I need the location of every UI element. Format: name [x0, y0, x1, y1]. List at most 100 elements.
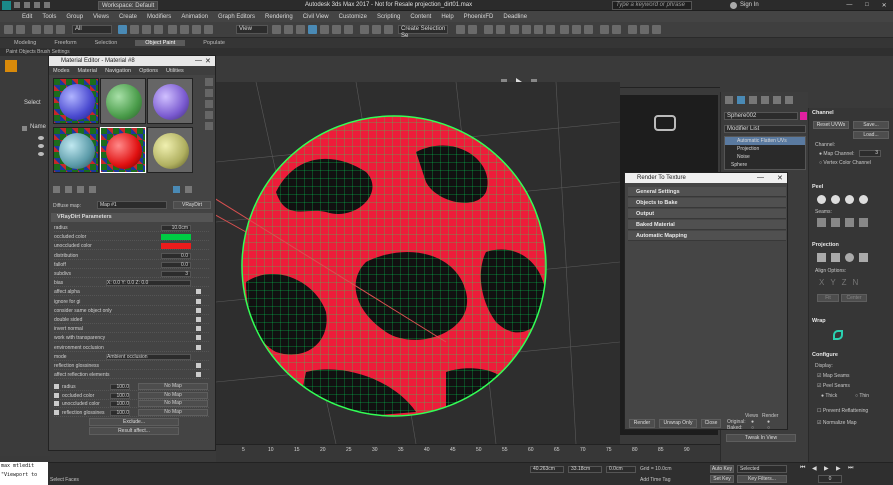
ribbon-tab[interactable]: Selection — [95, 40, 118, 46]
thin-radio[interactable]: ○ Thin — [855, 393, 869, 399]
key-mode-dropdown[interactable]: Selected — [737, 465, 787, 473]
current-frame-field[interactable]: 0 — [818, 475, 842, 483]
menu-item[interactable]: Civil View — [303, 14, 329, 20]
eye-icon[interactable] — [38, 152, 44, 156]
map-amount-field[interactable]: 100.0 — [110, 409, 130, 416]
edge-to-seam-icon[interactable] — [845, 218, 854, 227]
move-icon[interactable] — [168, 25, 177, 34]
play-animation-icon[interactable]: ▶ — [824, 465, 829, 472]
eye-icon[interactable] — [38, 136, 44, 140]
window-crossing-icon[interactable] — [154, 25, 163, 34]
menu-item[interactable]: Animation — [181, 14, 208, 20]
map-seams-checkbox[interactable]: ☑ Map Seams — [817, 373, 850, 379]
material-menu-item[interactable]: Modes — [53, 68, 70, 74]
baked-views-radio[interactable]: ○ — [751, 425, 754, 431]
modifier-stack-item[interactable]: Noise — [725, 153, 805, 161]
get-material-icon[interactable] — [53, 186, 60, 193]
load-button[interactable]: Load... — [853, 131, 889, 139]
coord-x-field[interactable]: 40.263cm — [530, 466, 564, 473]
select-by-name-icon[interactable] — [130, 25, 139, 34]
object-color-swatch[interactable] — [800, 112, 807, 120]
map-enable-checkbox[interactable] — [54, 384, 59, 389]
rtt-close-button[interactable]: Close — [701, 419, 721, 428]
hierarchy-tab-icon[interactable] — [749, 96, 757, 104]
map-slot-button[interactable]: No Map — [138, 383, 208, 390]
rtt-rollout-header[interactable]: Output — [628, 209, 786, 219]
map-slot-button[interactable]: No Map — [138, 391, 208, 399]
thick-radio[interactable]: ● Thick — [821, 393, 837, 399]
planar-map-icon[interactable] — [817, 253, 826, 262]
map-slot-button[interactable]: No Map — [138, 400, 208, 407]
menu-item[interactable]: Create — [119, 14, 137, 20]
modifier-list-dropdown[interactable]: Modifier List — [724, 125, 806, 133]
menu-item[interactable]: Group — [66, 14, 83, 20]
material-menu-item[interactable]: Utilities — [166, 68, 184, 74]
material-slot[interactable] — [53, 78, 99, 124]
modifier-stack-item[interactable]: Automatic Flatten UVs — [725, 137, 805, 145]
material-editor-close-icon[interactable]: ✕ — [205, 57, 211, 65]
map-amount-field[interactable]: 100.0 — [110, 384, 130, 390]
auto-key-button[interactable]: Auto Key — [710, 465, 734, 473]
color-swatch[interactable] — [161, 234, 191, 241]
object-name-field[interactable]: Sphere002 — [724, 112, 798, 120]
material-slot[interactable] — [147, 127, 193, 173]
param-checkbox[interactable] — [196, 344, 201, 350]
timeline[interactable]: 5 10 15 20 25 30 35 40 45 50 55 60 65 70 75 80 85 90 — [216, 444, 720, 462]
selection-filter-dropdown[interactable]: All — [72, 25, 112, 34]
map-channel-radio[interactable]: ● Map Channel: — [819, 151, 855, 157]
rtt-render-button[interactable]: Render — [629, 419, 655, 428]
snaps-toggle-icon[interactable] — [308, 25, 317, 34]
rtt-minimize-icon[interactable]: — — [757, 174, 764, 181]
map-amount-field[interactable]: 100.0 — [110, 401, 130, 407]
param-value-field[interactable]: 0.0 — [161, 261, 191, 268]
menu-item[interactable]: Views — [93, 14, 109, 20]
ribbon-tab[interactable]: Populate — [203, 40, 225, 46]
quick-peel-icon[interactable] — [817, 195, 826, 204]
curve-editor-icon[interactable] — [484, 25, 493, 34]
ribbon-tab[interactable]: Object Paint — [135, 40, 186, 46]
go-to-parent-icon[interactable] — [185, 186, 192, 193]
map-type-button[interactable]: VRayDirt — [173, 201, 211, 209]
edit-named-selection-icon[interactable] — [360, 25, 369, 34]
align-icon[interactable] — [384, 25, 393, 34]
material-menu-item[interactable]: Material — [78, 68, 98, 74]
map-channel-spinner[interactable]: 3 — [859, 150, 881, 157]
app-logo-icon[interactable] — [2, 1, 11, 10]
map-enable-checkbox[interactable] — [54, 392, 59, 398]
show-in-viewport-icon[interactable] — [173, 186, 180, 193]
spherical-map-icon[interactable] — [845, 253, 854, 262]
wrap-rollout-header[interactable]: Wrap — [812, 318, 892, 326]
param-checkbox[interactable] — [196, 372, 201, 378]
goto-end-icon[interactable]: ⏭ — [848, 465, 853, 472]
center-button[interactable]: Center — [841, 294, 867, 302]
menu-item[interactable]: Rendering — [265, 14, 293, 20]
material-slot[interactable] — [53, 127, 99, 173]
select-object-icon[interactable] — [118, 25, 127, 34]
expand-seam-icon[interactable] — [859, 218, 868, 227]
prev-key-icon[interactable]: ◀ — [812, 465, 817, 472]
put-to-scene-icon[interactable] — [65, 186, 72, 193]
param-value-field[interactable]: X: 0.0 Y: 0.0 Z: 0.0 — [106, 280, 191, 287]
teapot-icon[interactable] — [560, 25, 569, 34]
fit-button[interactable]: Fit — [817, 294, 839, 302]
render-setup-icon[interactable] — [522, 25, 531, 34]
vertex-color-radio[interactable]: ○ Vertex Color Channel — [819, 160, 871, 166]
set-key-button[interactable]: Set Key — [710, 475, 734, 483]
create-tab-icon[interactable] — [725, 96, 733, 104]
param-value-field[interactable]: 0.0 — [161, 252, 191, 259]
menu-item[interactable]: Deadline — [503, 14, 527, 20]
param-checkbox[interactable] — [196, 289, 201, 295]
configure-rollout-header[interactable]: Configure — [812, 352, 892, 360]
background-icon[interactable] — [205, 100, 213, 108]
vray-proxy-icon[interactable] — [652, 25, 661, 34]
exclude-button[interactable]: Exclude... — [89, 418, 179, 426]
spinner-snap-icon[interactable] — [344, 25, 353, 34]
rotate-icon[interactable] — [180, 25, 189, 34]
display-tab-icon[interactable] — [773, 96, 781, 104]
scene-filter-icon[interactable] — [22, 126, 27, 131]
menu-item[interactable]: Tools — [42, 14, 56, 20]
goto-start-icon[interactable]: ⏮ — [800, 465, 805, 472]
vraydirt-rollout-header[interactable]: VRayDirt Parameters — [51, 213, 213, 222]
param-checkbox[interactable] — [196, 307, 201, 313]
maxscript-listener[interactable]: max mtledit "Viewport to — [0, 462, 48, 485]
